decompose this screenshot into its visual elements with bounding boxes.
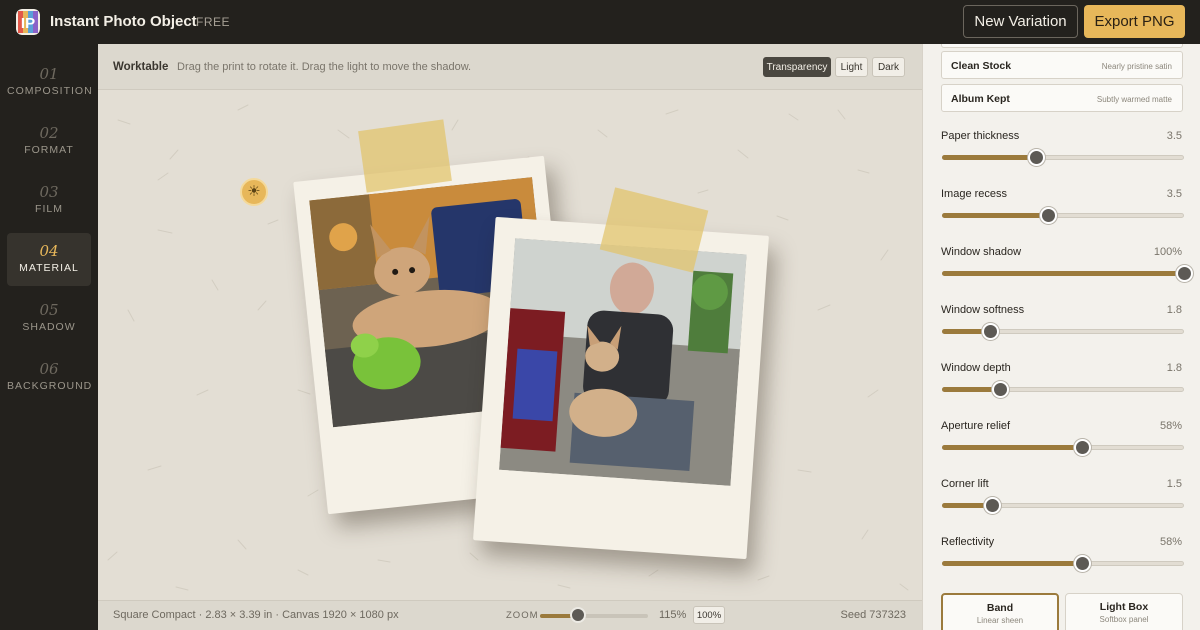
nav-step-label: SHADOW [22, 321, 76, 333]
nav-step-label: FILM [35, 203, 63, 215]
tape-strip [358, 119, 452, 193]
nav-step-number: 01 [39, 65, 59, 83]
mode-desc: Linear sheen [976, 616, 1024, 625]
paper-thickness-label: Paper thickness [941, 130, 1020, 142]
nav-step-label: COMPOSITION [7, 85, 93, 97]
preset-album-kept[interactable]: Album Kept Subtly warmed matte [941, 84, 1183, 112]
mode-name: Light Box [1099, 601, 1149, 613]
window-softness-value: 1.8 [1166, 304, 1182, 316]
seed-value: Seed 737323 [840, 609, 906, 621]
nav-step-number: 06 [39, 360, 59, 378]
preset-name: Clean Stock [951, 60, 1012, 72]
nav-step-number: 04 [39, 242, 59, 260]
nav-item-background[interactable]: 06 BACKGROUND [7, 351, 91, 404]
preset-card-partial[interactable] [941, 44, 1183, 48]
window-shadow-label: Window shadow [941, 246, 1022, 258]
window-depth-slider-thumb[interactable] [992, 381, 1009, 398]
reflectivity-fill [942, 561, 1082, 566]
worktable-header: Worktable Drag the print to rotate it. D… [98, 44, 922, 90]
preset-desc: Nearly pristine satin [1101, 62, 1172, 71]
status-bar: Square Compact · 2.83 × 3.39 in · Canvas… [98, 600, 922, 630]
paper-thickness-value: 3.5 [1166, 130, 1182, 142]
top-bar: IP Instant Photo Object FREE New Variati… [0, 0, 1200, 44]
nav-item-shadow[interactable]: 05 SHADOW [7, 292, 91, 345]
aperture-relief-slider-thumb[interactable] [1074, 439, 1091, 456]
window-shadow-fill [942, 271, 1184, 276]
aperture-relief-value: 58% [1159, 420, 1182, 432]
light-handle-sun-icon[interactable]: ☀ [240, 178, 268, 206]
canvas-spec-text: Square Compact · 2.83 × 3.39 in · Canvas… [113, 609, 399, 621]
mode-name: Band [986, 602, 1014, 614]
sheen-mode-light-box[interactable]: Light Box Softbox panel [1065, 593, 1183, 630]
preset-desc: Subtly warmed matte [1096, 95, 1172, 104]
worktable-canvas[interactable]: ☀ [98, 90, 922, 600]
nav-step-number: 05 [39, 301, 59, 319]
preset-clean-stock[interactable]: Clean Stock Nearly pristine satin [941, 51, 1183, 79]
paper-thickness-slider-thumb[interactable] [1028, 149, 1045, 166]
nav-step-number: 03 [39, 183, 59, 201]
step-nav: 01 COMPOSITION 02 FORMAT 03 FILM 04 MATE… [0, 44, 98, 630]
plan-badge: FREE [196, 15, 231, 29]
nav-step-number: 02 [39, 124, 59, 142]
export-png-button[interactable]: Export PNG [1084, 5, 1185, 38]
preset-name: Album Kept [951, 93, 1010, 105]
photo-print-man-dog[interactable] [473, 216, 769, 560]
nav-item-film[interactable]: 03 FILM [7, 174, 91, 227]
image-recess-value: 3.5 [1166, 188, 1182, 200]
zoom-label: ZOOM [506, 610, 539, 621]
corner-lift-label: Corner lift [941, 478, 989, 490]
image-recess-fill [942, 213, 1048, 218]
worktable-hint: Drag the print to rotate it. Drag the li… [177, 61, 472, 73]
window-softness-label: Window softness [941, 304, 1025, 316]
view-dark-button[interactable]: Dark [872, 57, 905, 77]
window-softness-slider-thumb[interactable] [982, 323, 999, 340]
window-shadow-slider-thumb[interactable] [1176, 265, 1193, 282]
reflectivity-slider-thumb[interactable] [1074, 555, 1091, 572]
window-depth-label: Window depth [941, 362, 1011, 374]
app-logo-icon: IP [16, 9, 40, 35]
svg-text:IP: IP [21, 15, 35, 32]
zoom-slider-thumb[interactable] [570, 607, 586, 623]
window-depth-value: 1.8 [1166, 362, 1182, 374]
nav-item-composition[interactable]: 01 COMPOSITION [7, 56, 93, 109]
sheen-mode-band[interactable]: Band Linear sheen [941, 593, 1059, 630]
zoom-reset-button[interactable]: 100% [693, 606, 725, 624]
material-panel: Clean Stock Nearly pristine satin Album … [922, 44, 1200, 630]
corner-lift-value: 1.5 [1166, 478, 1182, 490]
nav-step-label: FORMAT [24, 144, 74, 156]
nav-step-label: MATERIAL [19, 262, 79, 274]
worktable-title: Worktable [113, 61, 169, 73]
image-recess-slider-thumb[interactable] [1040, 207, 1057, 224]
nav-item-format[interactable]: 02 FORMAT [7, 115, 91, 168]
paper-thickness-fill [942, 155, 1036, 160]
app-title: Instant Photo Object [50, 13, 197, 30]
nav-step-label: BACKGROUND [7, 380, 93, 392]
new-variation-button[interactable]: New Variation [963, 5, 1078, 38]
aperture-relief-label: Aperture relief [941, 420, 1011, 432]
view-light-button[interactable]: Light [835, 57, 868, 77]
image-recess-label: Image recess [941, 188, 1008, 200]
reflectivity-label: Reflectivity [941, 536, 995, 548]
corner-lift-slider-thumb[interactable] [984, 497, 1001, 514]
nav-item-material[interactable]: 04 MATERIAL [7, 233, 91, 286]
print-image-man-dog [499, 238, 747, 486]
aperture-relief-fill [942, 445, 1082, 450]
window-shadow-value: 100% [1153, 246, 1182, 258]
zoom-value: 115% [659, 609, 687, 621]
view-transparency-button[interactable]: Transparency [763, 57, 831, 77]
mode-desc: Softbox panel [1099, 615, 1149, 624]
reflectivity-value: 58% [1159, 536, 1182, 548]
